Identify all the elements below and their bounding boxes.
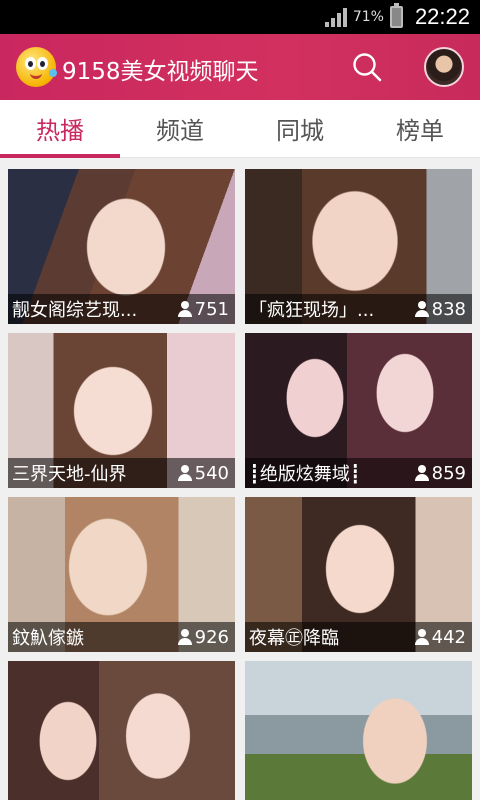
viewer-count: 751	[194, 298, 229, 320]
viewer-count: 859	[431, 462, 466, 484]
app-title: 9158美女视频聊天	[62, 59, 259, 85]
room-caption: 靓女阁综艺现... 751	[8, 294, 235, 324]
room-card[interactable]: 「疯狂现场」... 838	[245, 169, 472, 324]
person-icon	[177, 301, 193, 317]
smiley-logo-icon	[16, 47, 57, 87]
room-title: 「疯狂现场」...	[249, 300, 375, 321]
room-card[interactable]: ┋绝版炫舞域┋ 859	[245, 333, 472, 488]
person-icon	[414, 301, 430, 317]
room-thumbnail	[8, 661, 235, 800]
user-avatar[interactable]	[424, 47, 464, 87]
viewer-count-wrap: 540	[177, 463, 229, 484]
room-grid: 靓女阁综艺现... 751 「疯狂现场」... 838 三界天地-仙界 540 …	[0, 158, 480, 800]
room-card[interactable]	[245, 661, 472, 800]
viewer-count-wrap: 442	[414, 627, 466, 648]
room-card[interactable]	[8, 661, 235, 800]
battery-percent: 71%	[352, 9, 384, 25]
clock: 22:22	[414, 4, 470, 29]
room-title: ┋绝版炫舞域┋	[249, 464, 361, 485]
status-bar: 71% 22:22	[0, 0, 480, 34]
app-header: 9158美女视频聊天	[0, 34, 480, 100]
viewer-count: 540	[194, 462, 229, 484]
viewer-count: 926	[194, 626, 229, 648]
viewer-count-wrap: 838	[414, 299, 466, 320]
room-title: 靓女阁综艺现...	[12, 300, 138, 321]
room-title: 夜幕㊣降臨	[249, 628, 339, 649]
tab-channels[interactable]: 频道	[120, 100, 240, 157]
room-caption: 夜幕㊣降臨 442	[245, 622, 472, 652]
room-title: 鈫魞傢鏃	[12, 628, 84, 649]
viewer-count-wrap: 926	[177, 627, 229, 648]
room-caption: 三界天地-仙界 540	[8, 458, 235, 488]
battery-icon	[389, 3, 403, 28]
viewer-count: 442	[431, 626, 466, 648]
room-card[interactable]: 靓女阁综艺现... 751	[8, 169, 235, 324]
room-card[interactable]: 夜幕㊣降臨 442	[245, 497, 472, 652]
search-icon[interactable]	[352, 52, 382, 82]
tab-bar: 热播 频道 同城 榜单	[0, 100, 480, 158]
person-icon	[177, 465, 193, 481]
room-caption: ┋绝版炫舞域┋ 859	[245, 458, 472, 488]
room-card[interactable]: 鈫魞傢鏃 926	[8, 497, 235, 652]
person-icon	[414, 465, 430, 481]
tab-ranking[interactable]: 榜单	[360, 100, 480, 157]
signal-strength-icon	[324, 7, 347, 27]
person-icon	[177, 629, 193, 645]
viewer-count-wrap: 859	[414, 463, 466, 484]
viewer-count-wrap: 751	[177, 299, 229, 320]
tab-hot[interactable]: 热播	[0, 100, 120, 158]
tab-nearby[interactable]: 同城	[240, 100, 360, 157]
room-title: 三界天地-仙界	[12, 464, 127, 485]
room-thumbnail	[245, 661, 472, 800]
room-card[interactable]: 三界天地-仙界 540	[8, 333, 235, 488]
room-caption: 「疯狂现场」... 838	[245, 294, 472, 324]
person-icon	[414, 629, 430, 645]
viewer-count: 838	[431, 298, 466, 320]
room-caption: 鈫魞傢鏃 926	[8, 622, 235, 652]
